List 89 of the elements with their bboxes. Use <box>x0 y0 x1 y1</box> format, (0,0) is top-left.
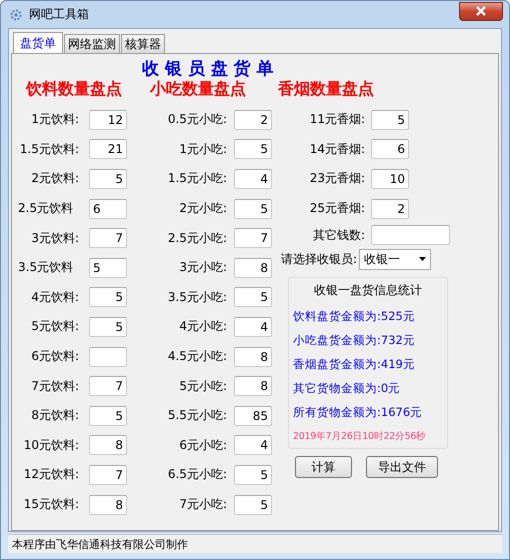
field-label: 其它钱数: <box>312 226 365 244</box>
input-field[interactable]: 5 <box>89 258 127 278</box>
field-label: 8元饮料: <box>30 407 79 424</box>
status-text: 本程序由飞华信通科技有限公司制作 <box>8 534 502 553</box>
input-field[interactable]: 8 <box>89 435 127 456</box>
action-button[interactable]: 计算 <box>295 456 352 478</box>
section-title: 小吃数量盘点 <box>150 79 246 100</box>
input-field[interactable]: 5 <box>89 406 127 426</box>
field-label: 2元饮料: <box>30 170 79 188</box>
field-label: 4元小吃: <box>178 318 227 336</box>
input-field[interactable]: 4 <box>234 316 272 337</box>
input-field[interactable]: 8 <box>89 494 127 515</box>
field-label: 请选择收银员: <box>281 250 358 268</box>
input-field[interactable]: 4 <box>234 168 272 189</box>
field-label: 4元饮料: <box>30 288 79 306</box>
input-field[interactable]: 5 <box>234 287 272 308</box>
field-label: 7元饮料: <box>30 378 79 395</box>
field-label: 1元小吃: <box>178 140 227 158</box>
input-field[interactable]: 7 <box>234 228 272 248</box>
field-label: 14元香烟: <box>308 140 365 158</box>
input-field[interactable]: 2 <box>234 110 272 130</box>
tab[interactable]: 核算器 <box>121 34 165 53</box>
input-field[interactable]: 5 <box>371 110 409 130</box>
input-field[interactable] <box>89 346 127 367</box>
field-label: 6元饮料: <box>30 348 79 366</box>
input-field[interactable]: 8 <box>234 346 272 367</box>
timestamp: 2019年7月26日10时22分56秒 <box>293 430 427 444</box>
field-label: 5.5元小吃: <box>166 407 227 424</box>
tab[interactable]: 盘货单 <box>13 32 63 54</box>
field-label: 25元香烟: <box>308 200 365 218</box>
input-field[interactable]: 8 <box>234 258 272 278</box>
input-field[interactable]: 5 <box>89 168 127 189</box>
input-field[interactable]: 5 <box>234 464 272 485</box>
stats-line: 所有货物金额为:1676元 <box>293 404 424 421</box>
field-label: 2.5元小吃: <box>166 230 227 247</box>
field-label: 5元小吃: <box>178 378 227 395</box>
field-label: 23元香烟: <box>308 170 365 188</box>
field-label: 1.5元小吃: <box>166 170 227 188</box>
field-label: 2元小吃: <box>178 200 227 218</box>
field-label: 3元饮料: <box>30 230 79 247</box>
input-field[interactable]: 2 <box>371 198 409 219</box>
field-label: 3.5元小吃: <box>166 288 227 306</box>
input-field[interactable]: 21 <box>89 139 127 160</box>
input-field[interactable]: 6 <box>89 198 127 219</box>
field-label: 10元饮料: <box>22 436 79 454</box>
stats-line: 饮料盘货金额为:525元 <box>293 309 416 326</box>
input-field[interactable]: 10 <box>371 168 409 189</box>
field-label: 6元小吃: <box>178 436 227 454</box>
field-label: 6.5元小吃: <box>166 466 227 484</box>
tab[interactable]: 网络监测 <box>64 34 120 53</box>
field-label: 4.5元小吃: <box>166 348 227 366</box>
input-field[interactable]: 5 <box>234 139 272 160</box>
close-button[interactable] <box>459 2 503 20</box>
section-title: 饮料数量盘点 <box>26 79 122 100</box>
input-field[interactable]: 7 <box>89 376 127 396</box>
action-button[interactable]: 导出文件 <box>366 456 438 478</box>
field-label: 1.5元饮料: <box>18 140 79 158</box>
input-field[interactable]: 12 <box>89 110 127 130</box>
input-field[interactable]: 5 <box>89 287 127 308</box>
stats-line: 小吃盘货金额为:732元 <box>293 333 416 350</box>
section-title: 香烟数量盘点 <box>278 79 374 100</box>
field-label: 1元饮料: <box>30 111 79 128</box>
field-label: 12元饮料: <box>22 466 79 484</box>
form-heading: 收 银 员 盘 货 单 <box>141 58 275 79</box>
input-field[interactable]: 5 <box>234 494 272 515</box>
close-icon <box>476 6 486 16</box>
dropdown-arrow-icon <box>419 257 426 262</box>
input-field[interactable]: 6 <box>371 139 409 160</box>
stats-line: 香烟盘货金额为:419元 <box>293 356 416 373</box>
input-field[interactable]: 7 <box>89 464 127 485</box>
field-label: 0.5元小吃: <box>166 111 227 128</box>
field-label: 11元香烟: <box>308 111 365 128</box>
field-label: 2.5元饮料 <box>17 200 74 218</box>
field-label: 5元饮料: <box>30 318 79 336</box>
input-field[interactable]: 8 <box>234 376 272 396</box>
field-label: 15元饮料: <box>22 496 79 514</box>
input-field[interactable]: 5 <box>89 316 127 337</box>
field-label: 7元小吃: <box>178 496 227 514</box>
stats-title: 收银一盘货信息统计 <box>313 282 423 300</box>
cashier-dropdown[interactable]: 收银一 <box>359 248 432 270</box>
window-title: 网吧工具箱 <box>29 6 89 23</box>
input-field[interactable]: 7 <box>89 228 127 248</box>
stats-line: 其它货物金额为:0元 <box>293 380 402 397</box>
field-label: 3元小吃: <box>178 259 227 276</box>
input-field[interactable] <box>371 225 450 246</box>
input-field[interactable]: 85 <box>234 406 272 426</box>
field-label: 3.5元饮料 <box>17 259 74 276</box>
input-field[interactable]: 4 <box>234 435 272 456</box>
input-field[interactable]: 5 <box>234 198 272 219</box>
